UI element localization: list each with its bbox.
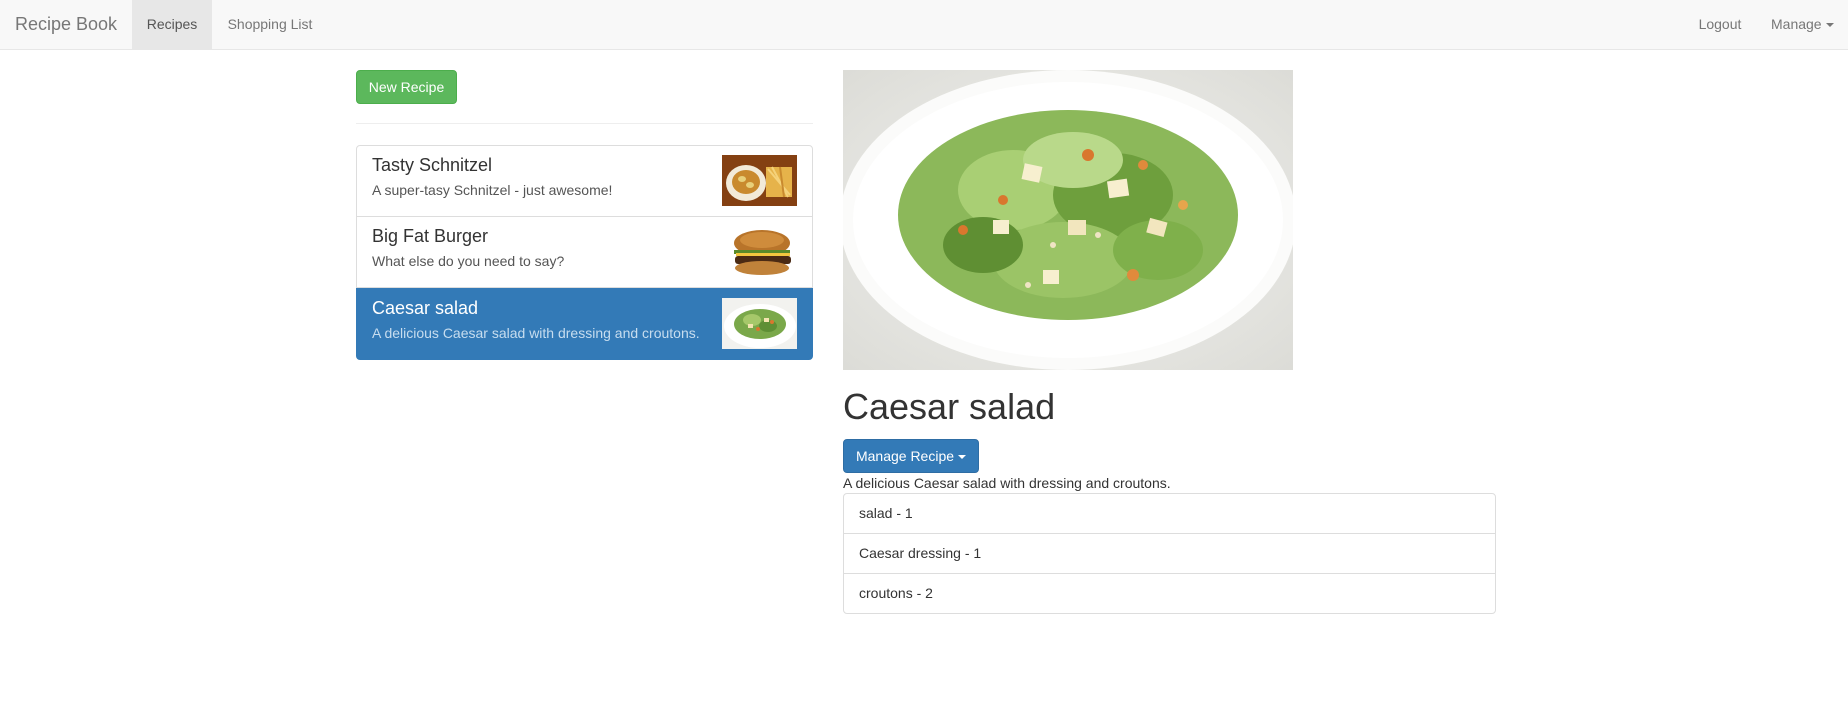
new-recipe-button[interactable]: New Recipe: [356, 70, 457, 104]
salad-thumbnail: [722, 298, 797, 349]
ingredient-list: salad - 1 Caesar dressing - 1 croutons -…: [843, 493, 1496, 614]
chevron-down-icon: [1825, 23, 1834, 28]
brand-link[interactable]: Recipe Book: [15, 0, 117, 50]
recipe-title: Caesar salad: [843, 386, 1056, 427]
recipe-item-name: Caesar salad: [372, 298, 479, 318]
ingredient-item: croutons - 2: [843, 573, 1496, 614]
nav-recipes[interactable]: Recipes: [132, 0, 212, 49]
ingredient-item: Caesar dressing - 1: [843, 533, 1496, 574]
recipe-item-description: A super-tasy Schnitzel - just awesome!: [372, 182, 613, 198]
manage-recipe-button[interactable]: Manage Recipe: [843, 439, 979, 473]
recipe-item-description: A delicious Caesar salad with dressing a…: [372, 325, 700, 341]
manage-recipe-label: Manage Recipe: [855, 448, 955, 464]
recipe-list-item-active[interactable]: Caesar salad A delicious Caesar salad wi…: [356, 288, 813, 360]
schnitzel-thumbnail: [722, 155, 797, 206]
recipe-description: A delicious Caesar salad with dressing a…: [843, 475, 1171, 491]
recipe-item-name: Tasty Schnitzel: [372, 155, 493, 175]
manage-dropdown-label: Manage: [1771, 16, 1822, 32]
manage-dropdown[interactable]: Manage: [1757, 0, 1848, 49]
recipe-list-item[interactable]: Tasty Schnitzel A super-tasy Schnitzel -…: [356, 145, 813, 217]
divider: [356, 123, 813, 124]
recipe-item-name: Big Fat Burger: [372, 226, 489, 246]
ingredient-item: salad - 1: [843, 493, 1496, 534]
nav-shopping-list[interactable]: Shopping List: [212, 0, 328, 49]
burger-thumbnail: [722, 226, 797, 277]
recipe-list-item[interactable]: Big Fat Burger What else do you need to …: [356, 216, 813, 288]
recipe-image: [843, 70, 1293, 370]
logout-link[interactable]: Logout: [1683, 0, 1757, 49]
chevron-down-icon: [958, 455, 967, 460]
navbar: Recipe Book Recipes Shopping List Logout…: [0, 0, 1848, 50]
recipe-item-description: What else do you need to say?: [372, 253, 565, 269]
